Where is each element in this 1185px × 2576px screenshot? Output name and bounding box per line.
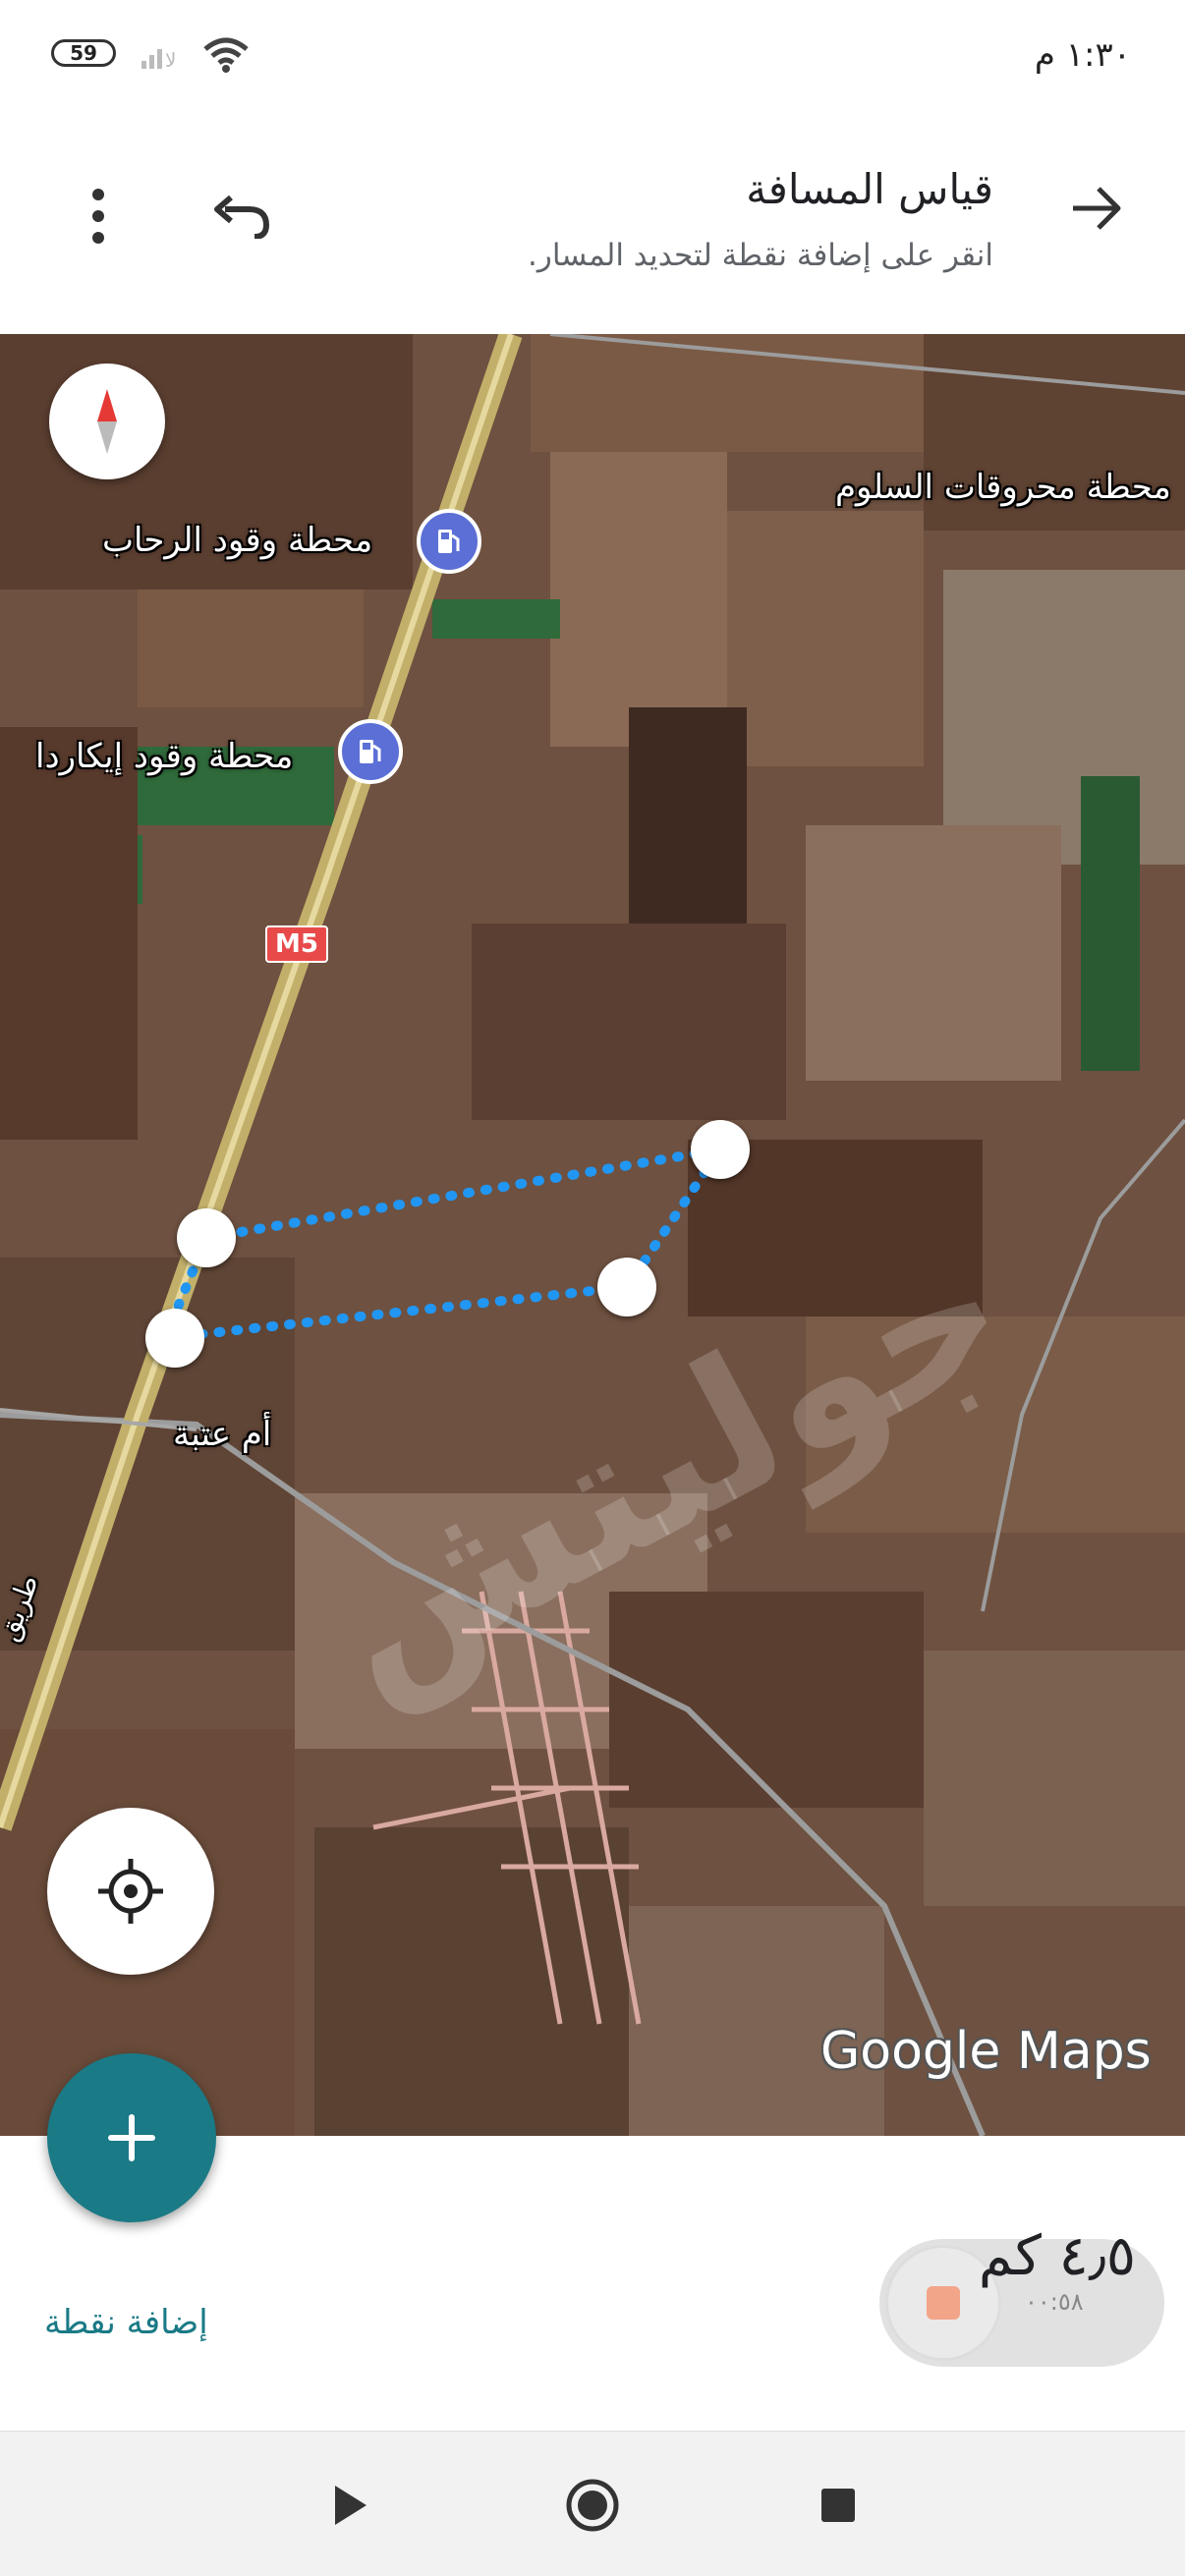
more-options-button[interactable] bbox=[54, 167, 142, 265]
undo-icon bbox=[214, 195, 270, 239]
nav-back-button[interactable] bbox=[305, 2461, 393, 2549]
status-bar: 59 لا ١:٣٠ م bbox=[0, 0, 1185, 108]
back-button[interactable] bbox=[1047, 159, 1146, 257]
fuel-station-label[interactable]: محطة محروقات السلوم bbox=[835, 468, 1171, 507]
fuel-station-label[interactable]: محطة وقود الرحاب bbox=[102, 521, 372, 560]
recorder-time: ٠٠:٥٨ bbox=[1025, 2288, 1084, 2316]
route-point[interactable] bbox=[691, 1120, 750, 1179]
road-shield: M5 bbox=[265, 925, 328, 963]
add-point-fab[interactable] bbox=[47, 2053, 216, 2222]
signal-icon: لا bbox=[138, 37, 187, 75]
stop-square-icon bbox=[821, 2489, 855, 2522]
screen: 59 لا ١:٣٠ م قياس المسافة انقر على إضافة… bbox=[0, 0, 1185, 2576]
my-location-button[interactable] bbox=[47, 1808, 214, 1975]
home-circle-icon bbox=[566, 2479, 619, 2532]
compass-button[interactable] bbox=[49, 364, 165, 479]
satellite-map[interactable]: جوليتش محطة وقود الرحاب محطة وقود إيكارد… bbox=[0, 334, 1185, 2136]
fuel-station-icon[interactable] bbox=[338, 719, 403, 784]
route-point[interactable] bbox=[177, 1208, 236, 1267]
fuel-station-label[interactable]: محطة وقود إيكاردا bbox=[35, 737, 293, 776]
undo-button[interactable] bbox=[192, 167, 290, 265]
map-attribution: Google Maps bbox=[820, 2022, 1152, 2081]
compass-icon bbox=[97, 389, 117, 454]
fuel-station-icon[interactable] bbox=[417, 509, 481, 574]
battery-level: 59 bbox=[70, 41, 97, 65]
page-title: قياس المسافة bbox=[746, 165, 993, 213]
signal-label: لا bbox=[165, 48, 176, 71]
crosshair-icon bbox=[98, 1859, 163, 1924]
nav-recents-button[interactable] bbox=[794, 2461, 882, 2549]
play-triangle-icon bbox=[335, 2486, 367, 2525]
plus-icon bbox=[108, 2114, 155, 2161]
wifi-icon bbox=[201, 35, 251, 79]
stop-icon bbox=[927, 2286, 960, 2320]
village-label[interactable]: أم عتبة bbox=[173, 1415, 271, 1454]
arrow-forward-icon bbox=[1073, 187, 1121, 230]
app-header: قياس المسافة انقر على إضافة نقطة لتحديد … bbox=[0, 108, 1185, 334]
more-vert-icon bbox=[92, 189, 104, 244]
distance-value: ٤٫٥ كم bbox=[978, 2224, 1136, 2288]
route-point[interactable] bbox=[145, 1309, 204, 1368]
status-time: ١:٣٠ م bbox=[1034, 35, 1131, 75]
page-subtitle: انقر على إضافة نقطة لتحديد المسار. bbox=[528, 238, 993, 273]
add-point-button[interactable]: إضافة نقطة bbox=[44, 2303, 208, 2342]
nav-home-button[interactable] bbox=[548, 2461, 637, 2549]
system-nav-bar bbox=[0, 2431, 1185, 2576]
battery-icon: 59 bbox=[51, 39, 116, 67]
route-point[interactable] bbox=[597, 1258, 656, 1316]
